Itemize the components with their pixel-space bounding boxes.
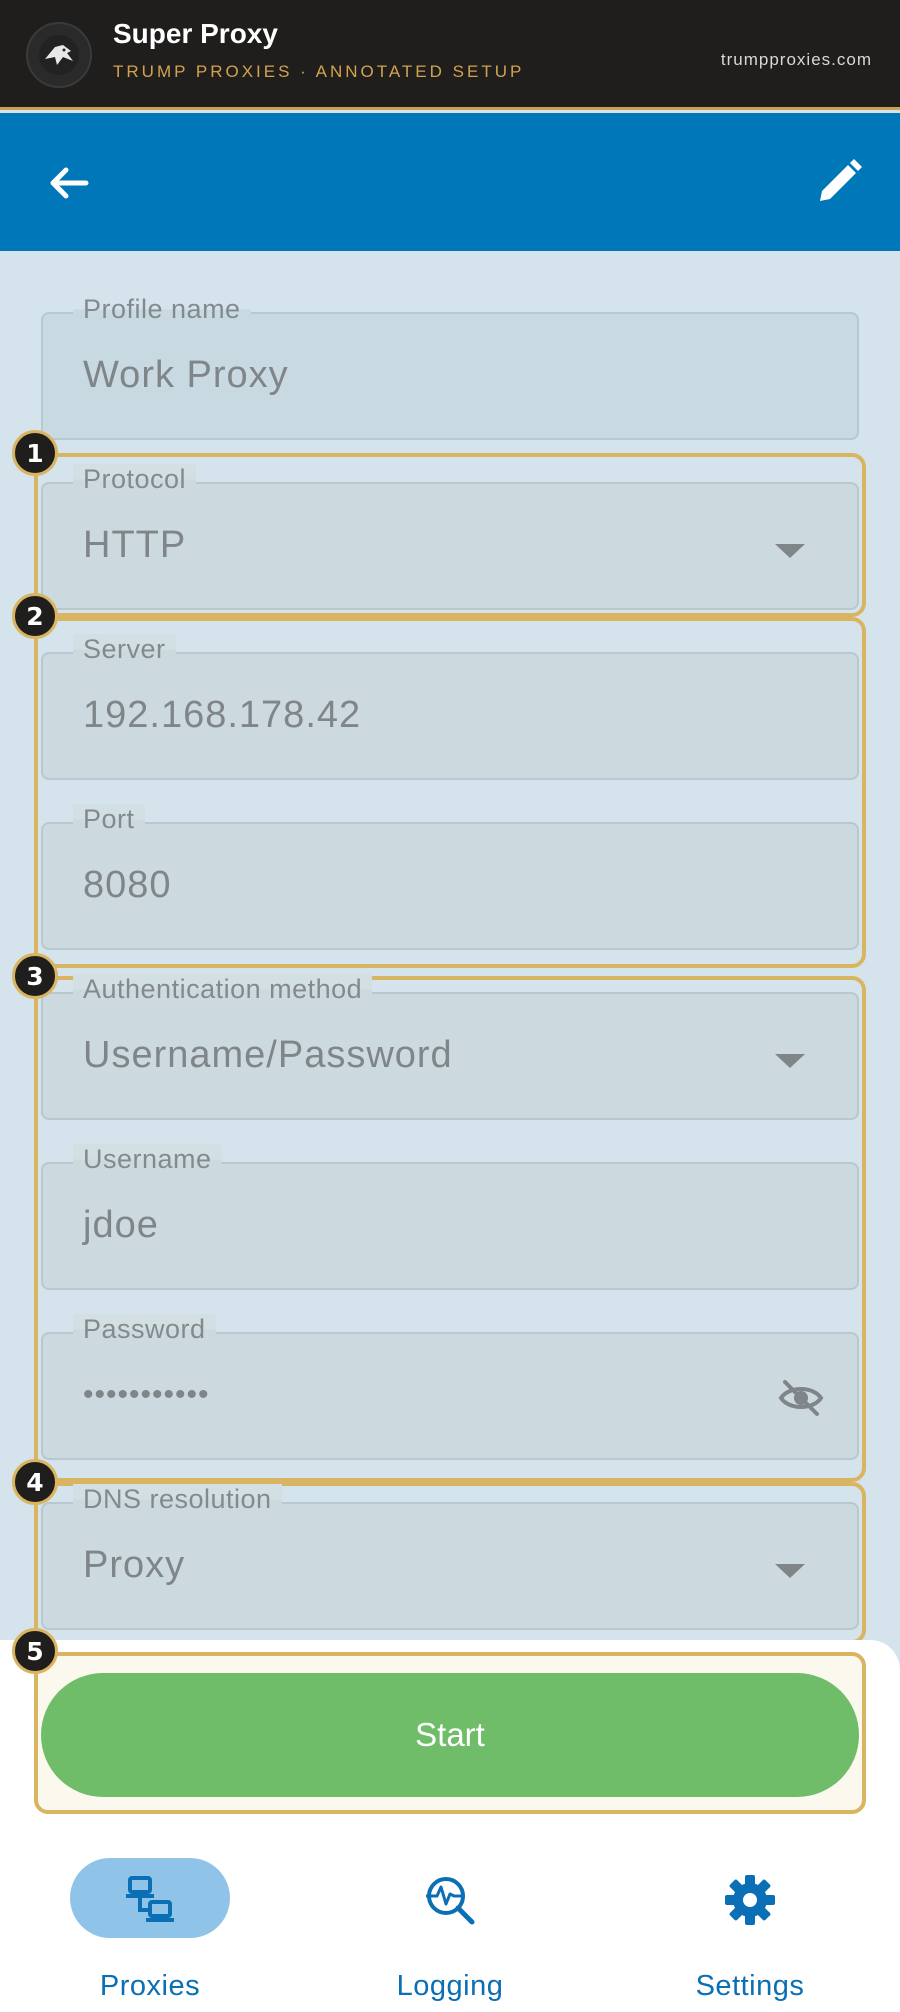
app-bar [0, 113, 900, 251]
annotation-number-1: 1 [12, 430, 58, 476]
top-banner: Super Proxy TRUMP PROXIES · ANNOTATED SE… [0, 0, 900, 110]
password-value: ••••••••••• [83, 1378, 210, 1411]
port-label: Port [73, 804, 145, 835]
dropdown-caret-icon [775, 544, 805, 558]
server-field[interactable]: Server 192.168.178.42 [41, 634, 859, 780]
app-subtitle: TRUMP PROXIES · ANNOTATED SETUP [113, 62, 525, 81]
annotation-number-2: 2 [12, 593, 58, 639]
dns-value: Proxy [83, 1544, 186, 1586]
nav-settings-label: Settings [695, 1970, 805, 2002]
username-field[interactable]: Username jdoe [41, 1144, 859, 1290]
network-computers-icon [126, 1876, 174, 1922]
profile-name-label: Profile name [73, 294, 251, 325]
auth-method-select[interactable]: Authentication method Username/Password [41, 974, 859, 1120]
server-value: 192.168.178.42 [83, 694, 362, 736]
eagle-logo-icon [39, 35, 79, 75]
nav-settings[interactable]: Settings [630, 1858, 870, 2002]
port-value: 8080 [83, 864, 172, 906]
nav-proxies-label: Proxies [99, 1970, 201, 2002]
protocol-label: Protocol [73, 464, 197, 495]
logo [26, 22, 92, 88]
annotation-number-4: 4 [12, 1459, 58, 1505]
protocol-select[interactable]: Protocol HTTP [41, 464, 859, 610]
dns-resolution-select[interactable]: DNS resolution Proxy [41, 1484, 859, 1630]
app-name: Super Proxy [113, 18, 278, 49]
password-field[interactable]: Password ••••••••••• [41, 1314, 859, 1460]
username-label: Username [73, 1144, 222, 1175]
dropdown-caret-icon [775, 1054, 805, 1068]
eye-off-icon[interactable] [777, 1374, 825, 1422]
username-value: jdoe [83, 1204, 159, 1246]
back-arrow-icon[interactable] [46, 161, 90, 205]
annotation-number-3: 3 [12, 953, 58, 999]
auth-method-label: Authentication method [73, 974, 373, 1005]
gear-icon [725, 1875, 775, 1925]
port-field[interactable]: Port 8080 [41, 804, 859, 950]
pencil-icon[interactable] [814, 157, 864, 207]
magnify-activity-icon [426, 1877, 475, 1925]
nav-logging-label: Logging [396, 1970, 504, 2002]
server-label: Server [73, 634, 176, 665]
password-label: Password [73, 1314, 216, 1345]
dropdown-caret-icon [775, 1564, 805, 1578]
profile-name-field[interactable]: Profile name Work Proxy [41, 294, 859, 440]
protocol-value: HTTP [83, 524, 187, 566]
start-button[interactable]: Start [41, 1673, 859, 1797]
profile-name-value: Work Proxy [83, 354, 289, 396]
nav-proxies[interactable]: Proxies [30, 1858, 270, 2002]
auth-method-value: Username/Password [83, 1034, 453, 1076]
annotation-number-5: 5 [12, 1628, 58, 1674]
dns-label: DNS resolution [73, 1484, 282, 1515]
nav-logging[interactable]: Logging [330, 1858, 570, 2002]
site-url: trumpproxies.com [720, 50, 872, 69]
